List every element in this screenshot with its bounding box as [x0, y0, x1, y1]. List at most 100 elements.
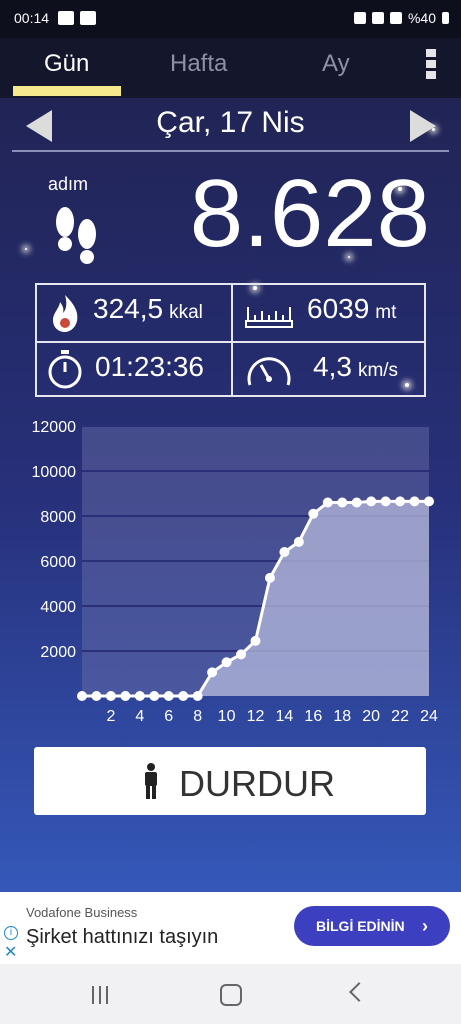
- distance-stat: 6039 mt: [307, 293, 396, 325]
- data-point: [380, 496, 391, 507]
- y-tick-label: 2000: [40, 644, 76, 661]
- data-point: [409, 496, 420, 507]
- data-point: [279, 547, 290, 557]
- tab-week[interactable]: Hafta: [170, 50, 227, 78]
- duration-stat: 01:23:36: [95, 351, 204, 383]
- x-tick-label: 6: [164, 708, 173, 725]
- ad-brand: Vodafone Business: [26, 905, 138, 920]
- data-point: [134, 691, 145, 701]
- daily-steps-chart: 20004000600080001000012000 2 4 6 8 10 12 14 16 1…: [32, 419, 439, 725]
- calories-value: 324,5: [93, 293, 164, 324]
- x-tick-label: 10: [218, 708, 236, 725]
- x-tick-label: 16: [304, 708, 322, 725]
- data-point: [192, 691, 203, 701]
- ruler-icon: [245, 307, 293, 328]
- alarm-icon: [353, 12, 366, 24]
- y-tick-label: 8000: [40, 509, 76, 526]
- y-tick-label: 6000: [40, 554, 76, 571]
- stop-button[interactable]: DURDUR: [34, 747, 426, 815]
- tab-day[interactable]: Gün: [44, 50, 89, 78]
- data-point: [236, 649, 247, 660]
- calories-unit: kkal: [169, 302, 203, 323]
- data-point: [77, 691, 87, 701]
- x-tick-label: 24: [420, 708, 438, 725]
- data-point: [207, 667, 218, 678]
- x-tick-label: 12: [247, 708, 265, 725]
- stats-grid: 324,5 kkal 6039 mt 01:23:36 4,3 km/s: [35, 283, 426, 397]
- recent-apps-button[interactable]: [90, 986, 110, 1004]
- stats-divider: [231, 285, 233, 395]
- duration-value: 01:23:36: [95, 351, 204, 382]
- data-point: [250, 635, 261, 646]
- system-nav-bar: [0, 964, 461, 1024]
- battery-percent: %40: [407, 10, 436, 26]
- speed-unit: km/s: [357, 360, 399, 381]
- youtube-icon: [58, 11, 74, 25]
- system-icons: %40: [353, 10, 449, 26]
- x-axis: 2 4 6 8 10 12 14 16 18 20 22 24: [106, 708, 438, 725]
- wifi-icon: [371, 12, 384, 24]
- speed-stat: 4,3 km/s: [313, 351, 398, 383]
- stop-button-label: DURDUR: [179, 763, 335, 804]
- data-point: [322, 497, 333, 508]
- notification-icons: [58, 11, 96, 25]
- ad-banner[interactable]: Vodafone Business i ✕ Şirket hattınızı t…: [0, 892, 461, 964]
- distance-unit: mt: [375, 302, 397, 323]
- data-point: [308, 508, 319, 519]
- flame-icon: [53, 295, 78, 332]
- data-point: [424, 496, 434, 507]
- status-bar: 00:14 %40: [0, 0, 461, 38]
- stats-divider: [37, 341, 424, 343]
- calories-stat: 324,5 kkal: [93, 293, 203, 325]
- battery-icon: [442, 12, 449, 24]
- divider: [12, 150, 449, 152]
- x-tick-label: 4: [135, 708, 144, 725]
- x-tick-label: 2: [106, 708, 115, 725]
- footprints-icon: [56, 207, 96, 264]
- data-point: [395, 496, 406, 507]
- x-tick-label: 18: [333, 708, 351, 725]
- data-point: [149, 691, 160, 701]
- stopwatch-icon: [48, 350, 82, 389]
- data-point: [366, 496, 377, 507]
- speedometer-icon: [247, 357, 291, 386]
- status-time: 00:14: [14, 10, 50, 26]
- ad-cta-label: BİLGİ EDİNİN: [316, 918, 405, 934]
- data-point: [221, 657, 232, 668]
- data-point: [91, 691, 102, 701]
- data-point: [120, 691, 131, 701]
- signal-icon: [389, 12, 402, 24]
- step-count: 8.628: [189, 160, 430, 267]
- y-tick-label: 12000: [32, 419, 77, 436]
- data-point: [163, 691, 174, 701]
- steps-label: adım: [48, 174, 89, 194]
- y-tick-label: 10000: [32, 464, 77, 481]
- data-point: [351, 497, 362, 508]
- current-date: Çar, 17 Nis: [156, 106, 305, 139]
- next-day-button[interactable]: [410, 110, 436, 142]
- ad-cta-button[interactable]: BİLGİ EDİNİN ›: [294, 906, 450, 946]
- data-point: [105, 691, 116, 701]
- date-navigator: Çar, 17 Nis: [0, 98, 461, 150]
- x-tick-label: 14: [276, 708, 294, 725]
- distance-value: 6039: [307, 293, 370, 324]
- ad-close-icon[interactable]: ✕: [4, 942, 17, 962]
- data-point: [178, 691, 189, 701]
- chevron-right-icon: ›: [422, 916, 428, 936]
- overflow-menu-icon[interactable]: [424, 49, 438, 85]
- x-tick-label: 22: [391, 708, 409, 725]
- data-point: [293, 536, 304, 547]
- data-point: [337, 497, 348, 508]
- check-notification-icon: [80, 11, 96, 25]
- tab-month[interactable]: Ay: [322, 50, 350, 78]
- home-button[interactable]: [220, 984, 242, 1006]
- x-tick-label: 8: [193, 708, 202, 725]
- y-tick-label: 4000: [40, 599, 76, 616]
- main-panel: Çar, 17 Nis adım 8.628 324,5 kkal 6039 m…: [0, 98, 461, 892]
- back-button[interactable]: [349, 982, 369, 1002]
- x-tick-label: 20: [362, 708, 380, 725]
- active-tab-indicator: [13, 86, 121, 96]
- person-icon: [145, 763, 157, 799]
- ad-info-icon[interactable]: i: [4, 926, 18, 940]
- speed-value: 4,3: [313, 351, 352, 382]
